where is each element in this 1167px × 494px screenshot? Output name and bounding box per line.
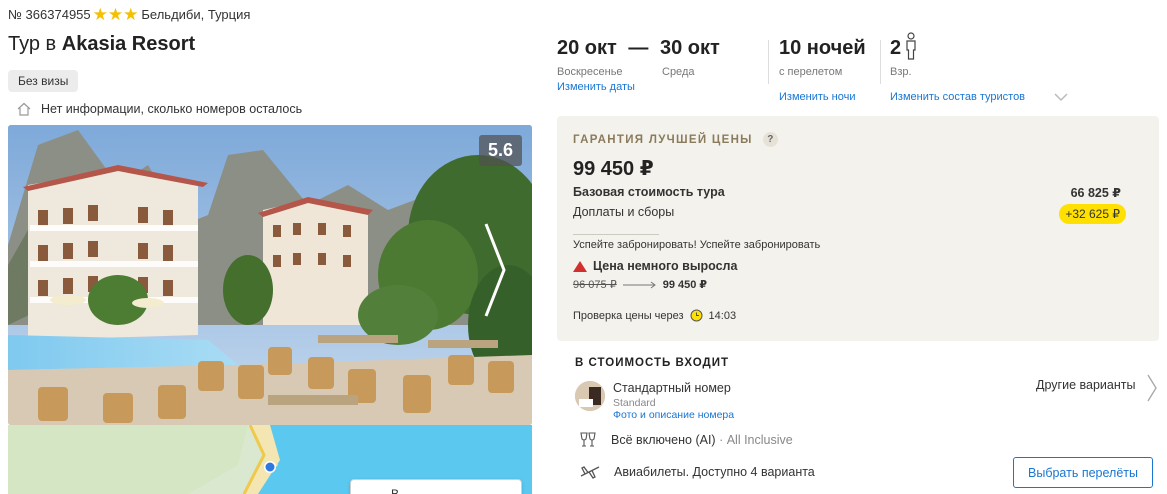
fees-label: Доплаты и сборы (573, 205, 675, 219)
total-price: 99 450 ₽ (573, 158, 654, 180)
divider (573, 234, 659, 235)
base-price-value: 66 825 ₽ (1070, 186, 1121, 200)
airplane-icon (580, 466, 600, 479)
change-nights-link[interactable]: Изменить ночи (779, 91, 856, 103)
hotel-name[interactable]: Akasia Resort (62, 33, 195, 55)
end-day: Среда (662, 66, 695, 78)
price-guarantee: ГАРАНТИЯ ЛУЧШЕЙ ЦЕНЫ ? (573, 132, 778, 147)
choose-flights-button[interactable]: Выбрать перелёты (1013, 457, 1153, 488)
rating-badge: 5.6 (478, 135, 522, 166)
price-check-label: Проверка цены через (573, 309, 684, 322)
flights-info: Авиабилеты. Доступно 4 варианта (580, 465, 815, 479)
title-prefix: Тур в (8, 33, 57, 55)
meal-plan: Всё включено (AI) · All Inclusive (580, 432, 793, 448)
meal-extra: · All Inclusive (719, 433, 793, 447)
chevron-right-icon[interactable] (1146, 373, 1158, 403)
star-icon: ★ (92, 4, 108, 24)
star-icon: ★ (123, 4, 139, 24)
flights-text: Авиабилеты. Доступно 4 варианта (614, 465, 815, 479)
dates-block: 20 окт — 30 окт (557, 37, 720, 60)
rooms-info-text: Нет информации, сколько номеров осталось (41, 102, 303, 116)
hotel-map[interactable]: В (8, 425, 532, 494)
price-check: Проверка цены через 14:03 (573, 309, 736, 322)
visa-badge: Без визы (8, 70, 79, 92)
guarantee-label: ГАРАНТИЯ ЛУЧШЕЙ ЦЕНЫ (573, 133, 753, 146)
house-icon (17, 102, 31, 116)
price-change: 96 075 ₽ 99 450 ₽ (573, 278, 707, 291)
hotel-stars: ★ ★ ★ (92, 4, 139, 24)
included-title: В СТОИМОСТЬ ВХОДИТ (575, 357, 730, 369)
room-details-link[interactable]: Фото и описание номера (613, 409, 734, 421)
price-card: ГАРАНТИЯ ЛУЧШЕЙ ЦЕНЫ ? 99 450 ₽ Базовая … (557, 116, 1159, 341)
chevron-down-icon[interactable] (1054, 93, 1068, 102)
arrow-right-icon (622, 281, 656, 288)
tour-header: № 366374955 ★ ★ ★ Бельдиби, Турция (8, 4, 251, 24)
room-thumbnail[interactable] (575, 381, 605, 411)
hotel-photo-image (8, 125, 532, 425)
nights-subtitle: с перелетом (779, 66, 843, 78)
person-icon (906, 32, 916, 60)
room-name: Стандартный номер (613, 381, 731, 395)
base-price-label: Базовая стоимость тура (573, 185, 725, 199)
divider (880, 40, 881, 84)
start-day: Воскресенье (557, 66, 623, 78)
map-button[interactable]: В (350, 479, 522, 494)
room-type: Standard (613, 397, 656, 409)
hotel-photo[interactable]: 5.6 (8, 125, 532, 425)
rooms-availability: Нет информации, сколько номеров осталось (16, 101, 302, 117)
old-price: 96 075 ₽ (573, 279, 617, 291)
start-date: 20 окт (557, 37, 617, 59)
warning-triangle-icon (573, 260, 587, 272)
tourists-subtitle: Взр. (890, 66, 912, 78)
room-image (575, 381, 605, 411)
change-dates-link[interactable]: Изменить даты (557, 81, 635, 93)
price-rise-text: Цена немного выросла (593, 259, 738, 273)
wine-glass-icon (580, 432, 596, 447)
new-price: 99 450 ₽ (662, 279, 708, 291)
hurry-text: Успейте забронировать! Успейте заброниро… (573, 239, 821, 251)
date-range: 20 окт — 30 окт (557, 37, 720, 60)
page-title: Тур в Akasia Resort (8, 33, 195, 56)
question-icon[interactable]: ? (762, 132, 778, 147)
star-icon: ★ (107, 4, 124, 24)
date-dash: — (628, 37, 649, 59)
price-rise: Цена немного выросла (573, 259, 737, 273)
map-button-label: В (391, 487, 400, 494)
end-date: 30 окт (659, 37, 720, 59)
price-check-time: 14:03 (708, 309, 737, 322)
change-tourists-link[interactable]: Изменить состав туристов (890, 91, 1025, 103)
hotel-location: Бельдиби, Турция (141, 7, 251, 22)
chevron-right-icon[interactable] (480, 220, 510, 320)
nights-value: 10 ночей (779, 37, 866, 59)
divider (768, 40, 769, 84)
tour-number: № 366374955 (8, 7, 91, 22)
tourists-count: 2 (890, 37, 902, 59)
other-options-link[interactable]: Другие варианты (1036, 378, 1135, 392)
fees-value: +32 625 ₽ (1059, 204, 1126, 224)
timer-icon (690, 309, 703, 322)
meal-name: Всё включено (AI) (611, 433, 716, 447)
